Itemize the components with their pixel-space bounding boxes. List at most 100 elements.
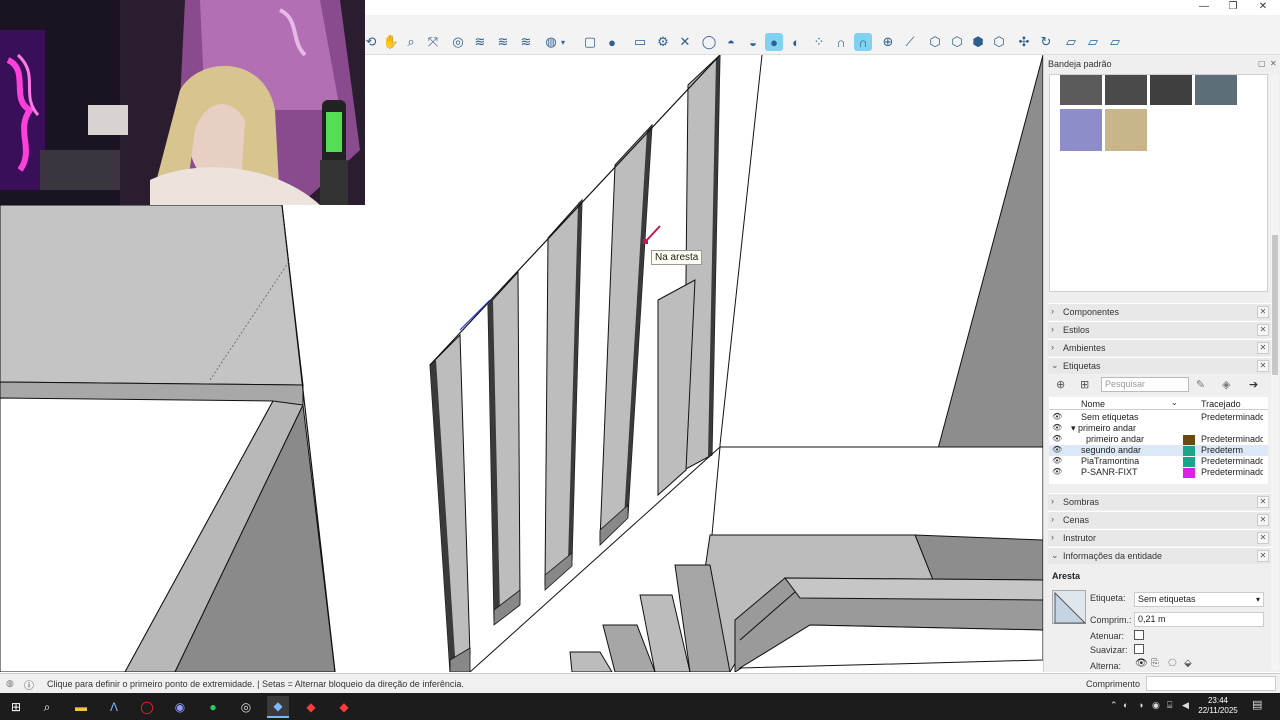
chevron-down-icon[interactable]: ⌄: [1171, 398, 1178, 407]
back-edges-icon[interactable]: ◓: [722, 33, 740, 51]
close-section-icon[interactable]: ✕: [1257, 532, 1269, 544]
close-section-icon[interactable]: ✕: [1257, 514, 1269, 526]
section-plane-icon[interactable]: ◎: [449, 33, 467, 51]
column-name-header[interactable]: Nome: [1081, 399, 1105, 409]
tray-app-icon[interactable]: ◉: [1152, 700, 1160, 711]
color-by-tag-icon[interactable]: ◈: [1222, 378, 1230, 391]
tag-row-sem-etiquetas[interactable]: 👁 Sem etiquetas Predeterminado: [1049, 412, 1268, 423]
material-swatch[interactable]: [1105, 75, 1147, 105]
perspective-view-icon[interactable]: ▱: [1084, 33, 1102, 51]
clock[interactable]: 23:44 22/11/2025: [1192, 696, 1244, 716]
tray-chevron-icon[interactable]: ⌃: [1110, 700, 1118, 711]
tag-row-primeiro-andar-folder[interactable]: 👁 ▾ primeiro andar: [1049, 423, 1268, 434]
section-ambientes[interactable]: › Ambientes ✕: [1048, 339, 1271, 356]
tag-row-piatramontina[interactable]: 👁 PiaTramontina Predeterminado: [1049, 456, 1268, 467]
geo-location-icon[interactable]: ◍: [6, 678, 14, 689]
discord-icon[interactable]: ◉: [169, 696, 191, 718]
eye-icon[interactable]: 👁: [1052, 467, 1062, 476]
section-estilos[interactable]: › Estilos ✕: [1048, 321, 1271, 338]
magnet-icon[interactable]: ∩: [832, 33, 850, 51]
material-swatch[interactable]: [1060, 109, 1102, 151]
section-componentes[interactable]: › Componentes ✕: [1048, 303, 1271, 320]
close-section-icon[interactable]: ✕: [1257, 360, 1269, 372]
lock-icon[interactable]: ⬙: [1184, 658, 1192, 669]
component-icon[interactable]: ▢: [581, 33, 599, 51]
section-cut-icon[interactable]: ≋: [517, 33, 535, 51]
measurements-input[interactable]: [1146, 676, 1276, 691]
display-section-icon[interactable]: ≋: [494, 33, 512, 51]
add-icon[interactable]: ⊕: [879, 33, 897, 51]
smooth-checkbox[interactable]: [1134, 644, 1144, 654]
close-section-icon[interactable]: ✕: [1257, 342, 1269, 354]
section-etiquetas[interactable]: ⌄ Etiquetas ✕: [1048, 357, 1271, 374]
zoom-extents-icon[interactable]: ⤧: [424, 33, 442, 51]
visibility-eye-icon[interactable]: 👁: [1135, 658, 1148, 669]
close-section-icon[interactable]: ✕: [1257, 324, 1269, 336]
eye-icon[interactable]: 👁: [1052, 412, 1062, 421]
tray-app-icon[interactable]: ◑: [1138, 700, 1143, 710]
iso-view-icon[interactable]: ⬡: [926, 33, 944, 51]
tag-row-p-sanr-fixt[interactable]: 👁 P-SANR-FIXT Predeterminado: [1049, 467, 1268, 478]
refresh-icon[interactable]: ↻: [1037, 33, 1055, 51]
app-red-2-icon[interactable]: ◆: [333, 696, 355, 718]
material-swatch[interactable]: [1150, 75, 1192, 105]
info-icon[interactable]: ⓘ: [24, 677, 34, 692]
tray-app-icon[interactable]: ◐: [1123, 700, 1128, 710]
sandbox-icon[interactable]: ⁘: [810, 33, 828, 51]
tag-color-swatch[interactable]: [1183, 435, 1195, 445]
search-icon[interactable]: ⌕: [36, 696, 58, 718]
material-swatch[interactable]: [1105, 109, 1147, 151]
restore-button[interactable]: ❐: [1218, 0, 1248, 15]
tag-search-input[interactable]: Pesquisar: [1101, 377, 1189, 392]
scrollbar-thumb[interactable]: [1272, 235, 1278, 375]
sketchup-icon[interactable]: ◆: [267, 696, 289, 718]
minimize-button[interactable]: —: [1189, 0, 1219, 15]
shaded-icon[interactable]: ●: [765, 33, 783, 51]
pin-icon[interactable]: ▢: [1258, 59, 1266, 68]
add-tag-icon[interactable]: ⊕: [1056, 378, 1065, 391]
tray-scrollbar[interactable]: [1271, 75, 1279, 670]
section-fill-icon[interactable]: ≋: [471, 33, 489, 51]
close-tray-icon[interactable]: ✕: [1270, 59, 1277, 68]
details-arrow-icon[interactable]: ➔: [1249, 378, 1258, 391]
soften-checkbox[interactable]: [1134, 630, 1144, 640]
wireframe-icon[interactable]: ◒: [744, 33, 762, 51]
two-point-view-icon[interactable]: ▱: [1106, 33, 1124, 51]
chrome-icon[interactable]: ◎: [235, 696, 257, 718]
monochrome-icon[interactable]: ◐: [787, 33, 805, 51]
close-section-icon[interactable]: ✕: [1257, 306, 1269, 318]
snap-icon[interactable]: ∩: [854, 33, 872, 51]
close-icon[interactable]: ✕: [676, 33, 694, 51]
volume-icon[interactable]: ◀: [1182, 700, 1189, 711]
front-view-icon[interactable]: ⬢: [969, 33, 987, 51]
opera-icon[interactable]: ◯: [136, 696, 158, 718]
eye-icon[interactable]: 👁: [1052, 456, 1062, 465]
add-tag-folder-icon[interactable]: ⊞: [1080, 378, 1089, 391]
section-informacoes-entidade[interactable]: ⌄ Informações da entidade ✕: [1048, 547, 1271, 564]
section-cenas[interactable]: › Cenas ✕: [1048, 511, 1271, 528]
spotify-icon[interactable]: ●: [202, 696, 224, 718]
length-input[interactable]: 0,21 m: [1134, 612, 1264, 627]
tag-color-swatch[interactable]: [1183, 446, 1195, 456]
zoom-icon[interactable]: ⌕: [402, 33, 420, 51]
tag-select[interactable]: Sem etiquetas ▾: [1134, 592, 1264, 607]
close-section-icon[interactable]: ✕: [1257, 496, 1269, 508]
close-section-icon[interactable]: ✕: [1257, 550, 1269, 562]
dropdown-icon[interactable]: ▾: [558, 33, 568, 51]
parallel-view-icon[interactable]: ▱: [1062, 33, 1080, 51]
cast-shadow-icon[interactable]: ⎘: [1151, 658, 1159, 669]
user-icon[interactable]: ●: [603, 33, 621, 51]
material-swatch[interactable]: [1195, 75, 1237, 105]
windows-start-icon[interactable]: ⊞: [5, 696, 27, 718]
xray-icon[interactable]: ◯: [700, 33, 718, 51]
right-view-icon[interactable]: ⬡: [990, 33, 1008, 51]
notifications-icon[interactable]: ▤: [1252, 698, 1262, 711]
material-swatch[interactable]: [1060, 75, 1102, 105]
eye-icon[interactable]: 👁: [1052, 445, 1062, 454]
tag-color-swatch[interactable]: [1183, 468, 1195, 478]
tag-row-segundo-andar[interactable]: 👁 segundo andar Predeterm: [1049, 445, 1268, 456]
eye-icon[interactable]: 👁: [1052, 423, 1062, 432]
tag-row-primeiro-andar[interactable]: 👁 primeiro andar Predeterminado: [1049, 434, 1268, 445]
app-red-1-icon[interactable]: ◆: [300, 696, 322, 718]
axes-icon[interactable]: ✣: [1015, 33, 1033, 51]
